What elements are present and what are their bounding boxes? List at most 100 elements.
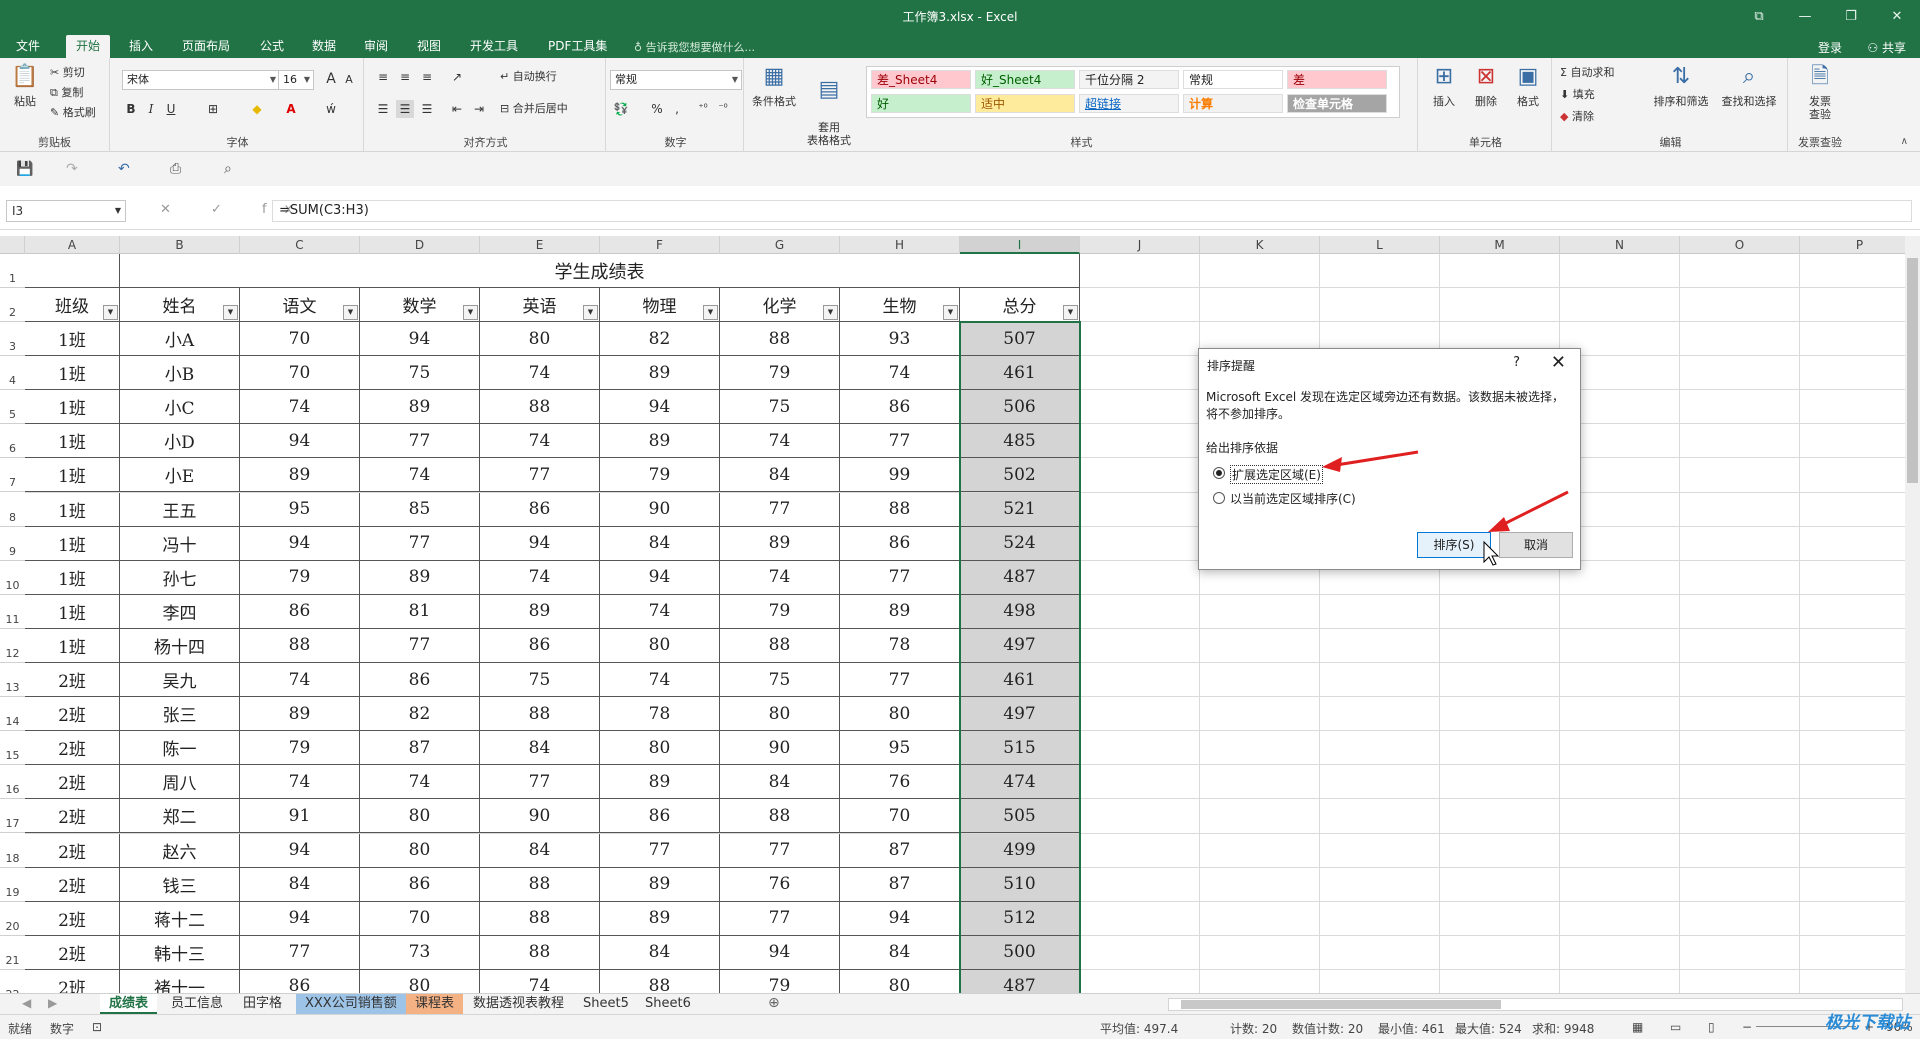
- table-cell[interactable]: 82: [600, 322, 720, 357]
- table-cell[interactable]: 94: [240, 424, 360, 459]
- table-cell[interactable]: 487: [960, 969, 1080, 993]
- border-icon[interactable]: ⊞: [204, 100, 222, 118]
- row-header-5[interactable]: 5: [0, 390, 25, 425]
- table-cell[interactable]: 94: [600, 560, 720, 595]
- font-color-icon[interactable]: A: [282, 100, 300, 118]
- row-header-11[interactable]: 11: [0, 595, 25, 629]
- table-cell[interactable]: 88: [480, 697, 600, 732]
- style-cell-bad[interactable]: 差: [1287, 70, 1387, 89]
- column-header-J[interactable]: J: [1080, 236, 1200, 254]
- increase-indent-icon[interactable]: ⇥: [470, 100, 488, 118]
- row-header-1[interactable]: 1: [0, 254, 25, 288]
- restore-button[interactable]: ❐: [1828, 0, 1874, 32]
- table-cell[interactable]: 80: [600, 628, 720, 663]
- header-cell[interactable]: 语文 ▼: [240, 288, 360, 322]
- table-cell[interactable]: 86: [840, 390, 960, 425]
- row-header-21[interactable]: 21: [0, 936, 25, 970]
- style-cell-good[interactable]: 好: [871, 94, 971, 113]
- row-header-4[interactable]: 4: [0, 356, 25, 391]
- current-selection-label[interactable]: 以当前选定区域排序(C): [1230, 490, 1356, 507]
- table-cell[interactable]: 502: [960, 458, 1080, 493]
- current-selection-radio[interactable]: [1213, 492, 1225, 504]
- table-cell[interactable]: 小B: [120, 356, 240, 391]
- page-break-view-icon[interactable]: ▯: [1708, 1020, 1715, 1034]
- table-cell[interactable]: 95: [240, 492, 360, 527]
- table-cell[interactable]: 2班: [25, 731, 120, 766]
- row-header-15[interactable]: 15: [0, 731, 25, 766]
- table-cell[interactable]: 周八: [120, 765, 240, 800]
- minimize-button[interactable]: —: [1782, 0, 1828, 32]
- wrap-text-button[interactable]: ↵ 自动换行: [500, 68, 557, 86]
- column-header-C[interactable]: C: [240, 236, 360, 254]
- table-cell[interactable]: 87: [360, 731, 480, 766]
- table-cell[interactable]: 蒋十二: [120, 901, 240, 936]
- redo-icon[interactable]: ↷: [66, 161, 78, 177]
- tab-home[interactable]: 开始: [66, 35, 111, 58]
- column-header-I[interactable]: I: [960, 236, 1080, 254]
- table-cell[interactable]: 杨十四: [120, 628, 240, 663]
- add-sheet-icon[interactable]: ⊕: [768, 995, 780, 1011]
- table-cell[interactable]: 74: [480, 424, 600, 459]
- fill-button[interactable]: ⬇ 填充: [1560, 86, 1595, 104]
- table-cell[interactable]: 88: [720, 628, 840, 663]
- table-cell[interactable]: 80: [360, 833, 480, 868]
- table-cell[interactable]: 88: [600, 969, 720, 993]
- table-cell[interactable]: 2班: [25, 833, 120, 868]
- tab-insert[interactable]: 插入: [119, 35, 163, 58]
- table-cell[interactable]: 94: [840, 901, 960, 936]
- invoice-check-button[interactable]: 🗎 发票 查验: [1796, 62, 1844, 121]
- table-cell[interactable]: 86: [840, 526, 960, 561]
- table-cell[interactable]: 1班: [25, 322, 120, 357]
- table-cell[interactable]: 94: [240, 901, 360, 936]
- expand-selection-radio[interactable]: [1213, 467, 1225, 479]
- column-header-L[interactable]: L: [1320, 236, 1440, 254]
- table-cell[interactable]: 88: [480, 390, 600, 425]
- table-cell[interactable]: 孙七: [120, 560, 240, 595]
- share-button[interactable]: ⚇ 共享: [1867, 39, 1906, 56]
- insert-cells-button[interactable]: ⊞ 插入: [1426, 62, 1462, 108]
- style-cell-check[interactable]: 检查单元格: [1287, 94, 1387, 113]
- table-cell[interactable]: 88: [720, 322, 840, 357]
- underline-button[interactable]: U: [162, 100, 180, 118]
- table-cell[interactable]: 2班: [25, 799, 120, 834]
- copy-button[interactable]: ⧉ 复制: [50, 84, 83, 102]
- table-cell[interactable]: 77: [240, 935, 360, 970]
- table-cell[interactable]: 91: [240, 799, 360, 834]
- header-cell[interactable]: 总分 ▼: [960, 288, 1080, 322]
- dialog-close-button[interactable]: ✕: [1551, 352, 1566, 373]
- table-cell[interactable]: 陈一: [120, 731, 240, 766]
- row-header-6[interactable]: 6: [0, 424, 25, 459]
- conditional-format-button[interactable]: ▦ 条件格式: [750, 62, 798, 108]
- filter-dropdown-icon[interactable]: ▼: [223, 305, 238, 320]
- page-layout-view-icon[interactable]: ▭: [1670, 1020, 1681, 1034]
- table-cell[interactable]: 74: [720, 424, 840, 459]
- table-cell[interactable]: 79: [240, 731, 360, 766]
- table-cell[interactable]: 77: [360, 628, 480, 663]
- table-cell[interactable]: 1班: [25, 458, 120, 493]
- table-cell[interactable]: 74: [240, 663, 360, 698]
- column-header-B[interactable]: B: [120, 236, 240, 254]
- help-button[interactable]: ?: [1513, 355, 1520, 370]
- table-cell[interactable]: 76: [840, 765, 960, 800]
- table-cell[interactable]: 80: [360, 799, 480, 834]
- table-cell[interactable]: 89: [600, 765, 720, 800]
- table-cell[interactable]: 77: [720, 833, 840, 868]
- table-cell[interactable]: 79: [720, 969, 840, 993]
- column-header-N[interactable]: N: [1560, 236, 1680, 254]
- table-cell[interactable]: 88: [480, 901, 600, 936]
- grow-font-button[interactable]: A: [322, 70, 340, 88]
- save-icon[interactable]: 💾: [16, 161, 33, 177]
- decrease-decimal-button[interactable]: ⁻⁰: [714, 100, 732, 118]
- table-cell[interactable]: 474: [960, 765, 1080, 800]
- table-cell[interactable]: 485: [960, 424, 1080, 459]
- tab-pdf-tools[interactable]: PDF工具集: [538, 35, 617, 58]
- table-cell[interactable]: 461: [960, 663, 1080, 698]
- tab-review[interactable]: 审阅: [354, 35, 398, 58]
- zoom-out-icon[interactable]: −: [1742, 1020, 1752, 1034]
- table-cell[interactable]: 89: [600, 356, 720, 391]
- table-cell[interactable]: 褚十一: [120, 969, 240, 993]
- style-cell-bad-sheet4[interactable]: 差_Sheet4: [871, 70, 971, 89]
- name-box[interactable]: I3 ▼: [6, 200, 126, 222]
- table-cell[interactable]: 510: [960, 867, 1080, 902]
- table-cell[interactable]: 77: [720, 901, 840, 936]
